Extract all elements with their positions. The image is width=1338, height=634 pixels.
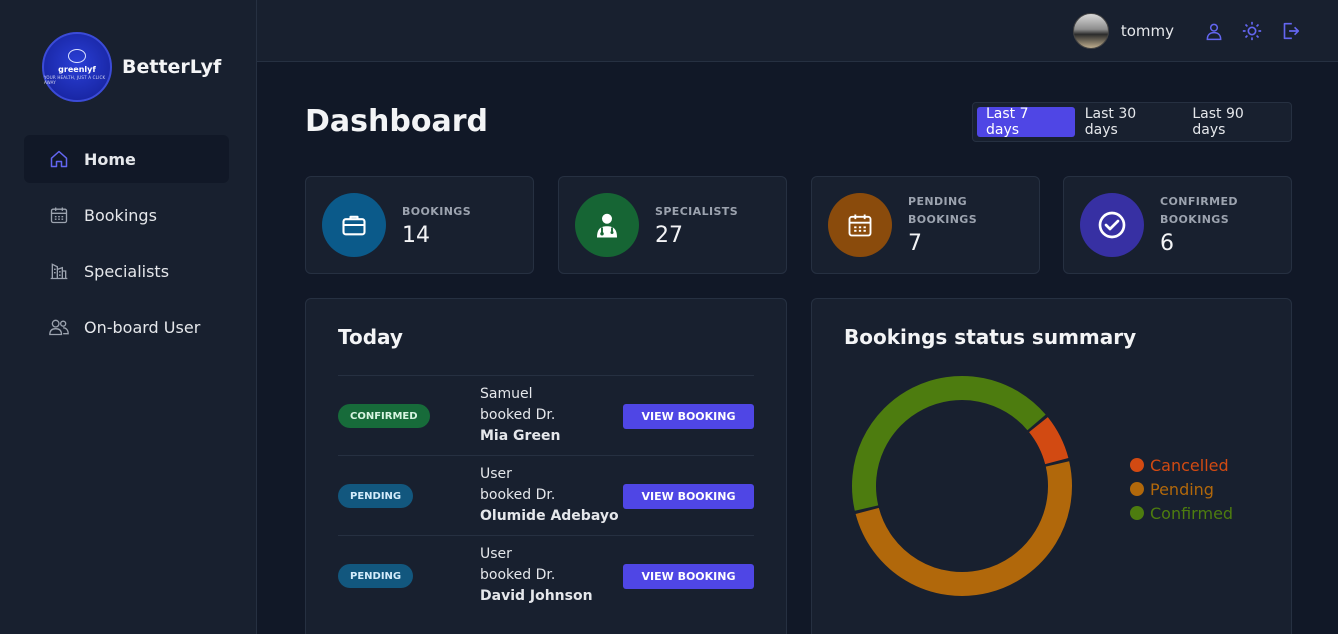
stat-value: 7 xyxy=(908,231,922,256)
header-actions xyxy=(1188,19,1302,43)
stat-label: PENDING BOOKINGS xyxy=(908,195,978,226)
stat-card-confirmed-bookings[interactable]: CONFIRMED BOOKINGS 6 xyxy=(1063,176,1292,274)
sidebar-item-home[interactable]: Home xyxy=(24,135,229,183)
legend-item-confirmed[interactable]: Confirmed xyxy=(1130,501,1233,525)
legend-swatch xyxy=(1130,506,1144,520)
today-list: CONFIRMED Samuel booked Dr. Mia Green VI… xyxy=(338,375,754,615)
booking-middle: booked Dr. xyxy=(480,487,556,503)
stat-card-bookings[interactable]: BOOKINGS 14 xyxy=(305,176,534,274)
donut-slice-confirmed[interactable] xyxy=(852,376,1046,511)
calendar-icon xyxy=(48,204,70,226)
today-title: Today xyxy=(338,325,403,349)
booking-text: Samuel booked Dr. Mia Green xyxy=(480,384,560,447)
brand-logo: greenlyf YOUR HEALTH, JUST A CLICK AWAY xyxy=(42,32,112,102)
user-icon[interactable] xyxy=(1202,19,1226,43)
stat-card-pending-bookings[interactable]: PENDING BOOKINGS 7 xyxy=(811,176,1040,274)
user-menu[interactable]: tommy xyxy=(1072,13,1174,49)
booking-user: User xyxy=(480,546,512,562)
booking-middle: booked Dr. xyxy=(480,567,556,583)
legend-label: Pending xyxy=(1150,479,1214,499)
home-icon xyxy=(48,148,70,170)
sidebar-item-label: Home xyxy=(84,149,136,169)
status-badge: PENDING xyxy=(338,484,414,508)
booking-user: User xyxy=(480,466,512,482)
sidebar-item-label: Bookings xyxy=(84,205,157,225)
today-panel: Today CONFIRMED Samuel booked Dr. Mia Gr… xyxy=(305,298,787,634)
legend-item-pending[interactable]: Pending xyxy=(1130,477,1233,501)
logout-icon[interactable] xyxy=(1278,19,1302,43)
brand[interactable]: greenlyf YOUR HEALTH, JUST A CLICK AWAY … xyxy=(42,32,221,102)
donut-slice-pending[interactable] xyxy=(855,461,1072,596)
phone-icon xyxy=(68,49,86,63)
summary-panel: Bookings status summary Cancelled Pending… xyxy=(811,298,1292,634)
view-booking-button[interactable]: VIEW BOOKING xyxy=(623,564,754,589)
legend-label: Confirmed xyxy=(1150,503,1234,523)
logo-text: greenlyf xyxy=(58,65,96,74)
logo-tagline: YOUR HEALTH, JUST A CLICK AWAY xyxy=(44,75,106,85)
check-circle-icon xyxy=(1080,193,1144,257)
sidebar-item-label: Specialists xyxy=(84,261,170,281)
legend-item-cancelled[interactable]: Cancelled xyxy=(1130,453,1233,477)
briefcase-icon xyxy=(322,193,386,257)
booking-doctor: Olumide Adebayo xyxy=(480,508,619,524)
avatar[interactable] xyxy=(1072,13,1109,49)
users-icon xyxy=(48,316,70,338)
view-booking-button[interactable]: VIEW BOOKING xyxy=(623,404,754,429)
donut-slice-cancelled[interactable] xyxy=(1028,417,1069,465)
sidebar-item-specialists[interactable]: Specialists xyxy=(24,247,229,295)
stat-label: BOOKINGS xyxy=(402,205,472,218)
view-booking-button[interactable]: VIEW BOOKING xyxy=(623,484,754,509)
status-badge: PENDING xyxy=(338,564,414,588)
legend-swatch xyxy=(1130,482,1144,496)
range-last-30-days[interactable]: Last 30 days xyxy=(1076,106,1183,138)
booking-middle: booked Dr. xyxy=(480,407,556,423)
chart-legend: Cancelled Pending Confirmed xyxy=(1130,453,1233,525)
stat-label: SPECIALISTS xyxy=(655,205,739,218)
booking-text: User booked Dr. David Johnson xyxy=(480,544,593,607)
list-item: PENDING User booked Dr. Olumide Adebayo … xyxy=(338,455,754,535)
sidebar-item-bookings[interactable]: Bookings xyxy=(24,191,229,239)
status-badge: CONFIRMED xyxy=(338,404,430,428)
list-item: PENDING User booked Dr. David Johnson VI… xyxy=(338,535,754,615)
stat-value: 14 xyxy=(402,223,430,248)
sidebar-item-label: On-board User xyxy=(84,317,201,337)
brand-name: BetterLyf xyxy=(122,56,222,78)
sun-icon[interactable] xyxy=(1240,19,1264,43)
booking-user: Samuel xyxy=(480,386,533,402)
booking-doctor: Mia Green xyxy=(480,428,561,444)
page-title: Dashboard xyxy=(305,104,488,139)
date-range-selector: Last 7 days Last 30 days Last 90 days xyxy=(972,102,1292,142)
doctor-icon xyxy=(575,193,639,257)
range-last-7-days[interactable]: Last 7 days xyxy=(977,106,1075,138)
sidebar-nav: Home Bookings Specialists On-board User xyxy=(24,135,229,359)
username: tommy xyxy=(1120,22,1174,40)
bookings-status-donut-chart xyxy=(852,376,1072,596)
stat-label: CONFIRMED BOOKINGS xyxy=(1160,195,1238,226)
top-bar: tommy xyxy=(257,0,1338,62)
sidebar-item-onboard-user[interactable]: On-board User xyxy=(24,303,229,351)
legend-label: Cancelled xyxy=(1150,455,1229,475)
calendar-icon xyxy=(828,193,892,257)
booking-doctor: David Johnson xyxy=(480,588,593,604)
stat-card-specialists[interactable]: SPECIALISTS 27 xyxy=(558,176,787,274)
building-icon xyxy=(48,260,70,282)
range-last-90-days[interactable]: Last 90 days xyxy=(1183,106,1290,138)
legend-swatch xyxy=(1130,458,1144,472)
stat-value: 6 xyxy=(1160,231,1174,256)
summary-title: Bookings status summary xyxy=(844,325,1137,349)
list-item: CONFIRMED Samuel booked Dr. Mia Green VI… xyxy=(338,375,754,455)
stat-value: 27 xyxy=(655,223,683,248)
booking-text: User booked Dr. Olumide Adebayo xyxy=(480,464,619,527)
sidebar: greenlyf YOUR HEALTH, JUST A CLICK AWAY … xyxy=(0,0,257,634)
